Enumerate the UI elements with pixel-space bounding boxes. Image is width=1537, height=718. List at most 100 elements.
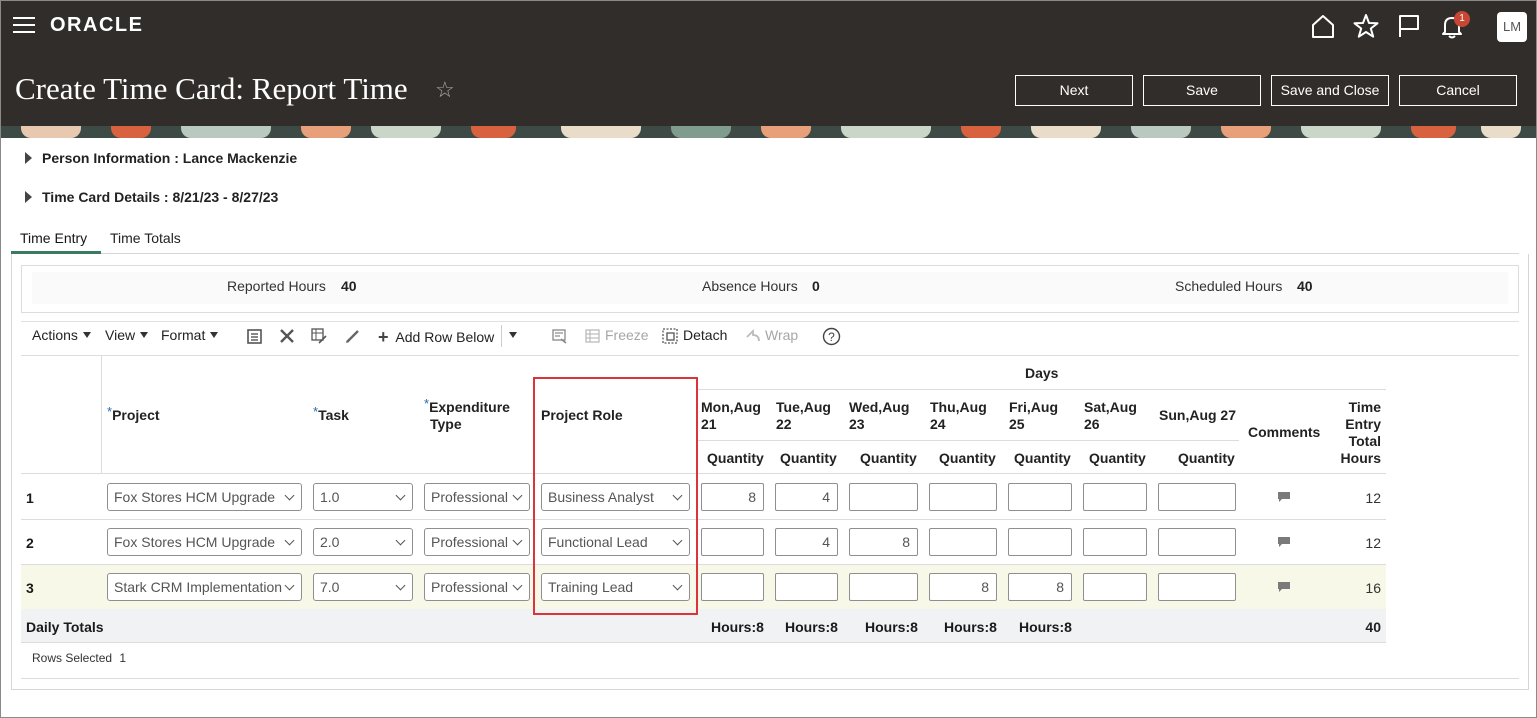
home-icon[interactable] <box>1309 12 1337 40</box>
task-select[interactable]: 2.0 <box>313 528 413 556</box>
quantity-input-sat[interactable] <box>1083 483 1147 511</box>
quantity-input-mon[interactable] <box>701 528 764 556</box>
favorites-star-icon[interactable] <box>1352 12 1380 40</box>
freeze-button: Freeze <box>605 327 649 343</box>
task-column-header[interactable]: *Task <box>313 404 349 424</box>
hamburger-menu-icon[interactable] <box>13 17 35 35</box>
save-button[interactable]: Save <box>1143 75 1261 106</box>
save-and-close-button[interactable]: Save and Close <box>1271 75 1389 106</box>
format-menu[interactable]: Format <box>161 327 219 343</box>
row-number[interactable]: 3 <box>26 580 34 596</box>
tab-time-totals[interactable]: Time Totals <box>110 230 181 246</box>
quantity-input-fri[interactable] <box>1008 483 1072 511</box>
chevron-down-icon <box>140 332 149 338</box>
delete-icon[interactable] <box>278 327 296 345</box>
flag-icon[interactable] <box>1395 12 1423 40</box>
quantity-header: Quantity <box>860 450 917 466</box>
expenditure-type-column-header[interactable]: *Expenditure Type <box>424 396 510 433</box>
actions-menu[interactable]: Actions <box>32 327 91 343</box>
svg-text:?: ? <box>828 330 835 344</box>
day-header-line2: 25 <box>1009 416 1025 432</box>
edit-rows-icon[interactable] <box>310 327 328 345</box>
person-information-label: Person Information : Lance Mackenzie <box>42 150 298 166</box>
help-icon[interactable]: ? <box>822 327 841 346</box>
pencil-icon[interactable] <box>344 327 362 345</box>
quantity-input-thu[interactable]: 8 <box>929 573 997 601</box>
add-row-options-dropdown[interactable] <box>509 327 517 343</box>
next-button[interactable]: Next <box>1015 75 1133 106</box>
day-header-tue[interactable]: Tue,Aug 22 <box>776 399 831 433</box>
quantity-input-tue[interactable]: 4 <box>775 483 838 511</box>
quantity-header: Quantity <box>780 450 837 466</box>
quantity-input-mon[interactable] <box>701 573 764 601</box>
day-header-mon[interactable]: Mon,Aug 21 <box>701 399 761 433</box>
duplicate-row-icon[interactable] <box>246 327 264 345</box>
project-select[interactable]: Fox Stores HCM Upgrade <box>107 528 302 556</box>
toolbar-separator <box>501 325 502 347</box>
task-select[interactable]: 7.0 <box>313 573 413 601</box>
add-row-below-button[interactable]: + Add Row Below <box>378 327 494 348</box>
quantity-input-sun[interactable] <box>1158 528 1236 556</box>
project-select[interactable]: Fox Stores HCM Upgrade <box>107 483 302 511</box>
project-role-select[interactable]: Business Analyst <box>541 483 690 511</box>
quantity-input-fri[interactable] <box>1008 528 1072 556</box>
quantity-header: Quantity <box>1178 450 1235 466</box>
comment-icon[interactable] <box>1278 537 1290 547</box>
day-header-line2: 26 <box>1084 416 1100 432</box>
day-header-wed[interactable]: Wed,Aug 23 <box>849 399 909 433</box>
quantity-input-sat[interactable] <box>1083 528 1147 556</box>
expand-triangle-icon <box>25 191 32 203</box>
quantity-input-thu[interactable] <box>929 528 997 556</box>
project-select[interactable]: Stark CRM Implementation <box>107 573 302 601</box>
query-by-example-icon[interactable] <box>551 327 569 345</box>
quantity-input-wed[interactable] <box>849 483 918 511</box>
day-header-sat[interactable]: Sat,Aug 26 <box>1084 399 1137 433</box>
project-role-select[interactable]: Functional Lead <box>541 528 690 556</box>
cancel-button[interactable]: Cancel <box>1399 75 1517 106</box>
quantity-input-tue[interactable] <box>775 573 838 601</box>
day-header-sun[interactable]: Sun,Aug 27 <box>1159 407 1236 424</box>
quantity-input-sat[interactable] <box>1083 573 1147 601</box>
daily-totals-label: Daily Totals <box>26 619 104 635</box>
view-label: View <box>105 327 136 343</box>
day-header-fri[interactable]: Fri,Aug 25 <box>1009 399 1058 433</box>
total-header-line2: Entry <box>1345 416 1381 432</box>
project-column-header[interactable]: *Project <box>107 404 160 424</box>
scheduled-hours-label: Scheduled Hours <box>1175 278 1283 294</box>
comment-icon[interactable] <box>1278 492 1290 502</box>
project-role-column-header[interactable]: Project Role <box>541 407 623 424</box>
quantity-input-thu[interactable] <box>929 483 997 511</box>
detach-icon[interactable] <box>661 327 679 345</box>
daily-total-thu: Hours:8 <box>944 619 997 635</box>
quantity-input-sun[interactable] <box>1158 483 1236 511</box>
quantity-input-fri[interactable]: 8 <box>1008 573 1072 601</box>
day-header-line1: Fri,Aug <box>1009 399 1058 415</box>
tab-time-entry[interactable]: Time Entry <box>20 230 87 246</box>
user-avatar[interactable]: LM <box>1497 12 1527 42</box>
quantity-input-wed[interactable]: 8 <box>849 528 918 556</box>
row-number[interactable]: 1 <box>26 490 34 506</box>
view-menu[interactable]: View <box>105 327 149 343</box>
time-card-details-disclosure[interactable]: Time Card Details : 8/21/23 - 8/27/23 <box>25 189 278 205</box>
row-number[interactable]: 2 <box>26 535 34 551</box>
expenditure-header-line1: Expenditure <box>429 399 510 415</box>
quantity-input-mon[interactable]: 8 <box>701 483 764 511</box>
day-header-line2: 21 <box>701 416 717 432</box>
quantity-input-wed[interactable] <box>849 573 918 601</box>
quantity-input-sun[interactable] <box>1158 573 1236 601</box>
quantity-input-tue[interactable]: 4 <box>775 528 838 556</box>
wrap-button: Wrap <box>765 327 799 343</box>
favorite-page-star-icon[interactable]: ☆ <box>435 77 455 103</box>
expenditure-type-select[interactable]: Professional <box>424 573 530 601</box>
day-header-thu[interactable]: Thu,Aug 24 <box>930 399 987 433</box>
project-role-select[interactable]: Training Lead <box>541 573 690 601</box>
person-information-disclosure[interactable]: Person Information : Lance Mackenzie <box>25 150 297 166</box>
chevron-down-icon <box>210 332 219 338</box>
project-role-value: Training Lead <box>548 579 634 595</box>
detach-button[interactable]: Detach <box>683 327 727 343</box>
comment-icon[interactable] <box>1278 582 1290 592</box>
expenditure-type-select[interactable]: Professional <box>424 483 530 511</box>
task-select[interactable]: 1.0 <box>313 483 413 511</box>
expenditure-type-select[interactable]: Professional <box>424 528 530 556</box>
add-row-below-label: Add Row Below <box>395 329 495 345</box>
